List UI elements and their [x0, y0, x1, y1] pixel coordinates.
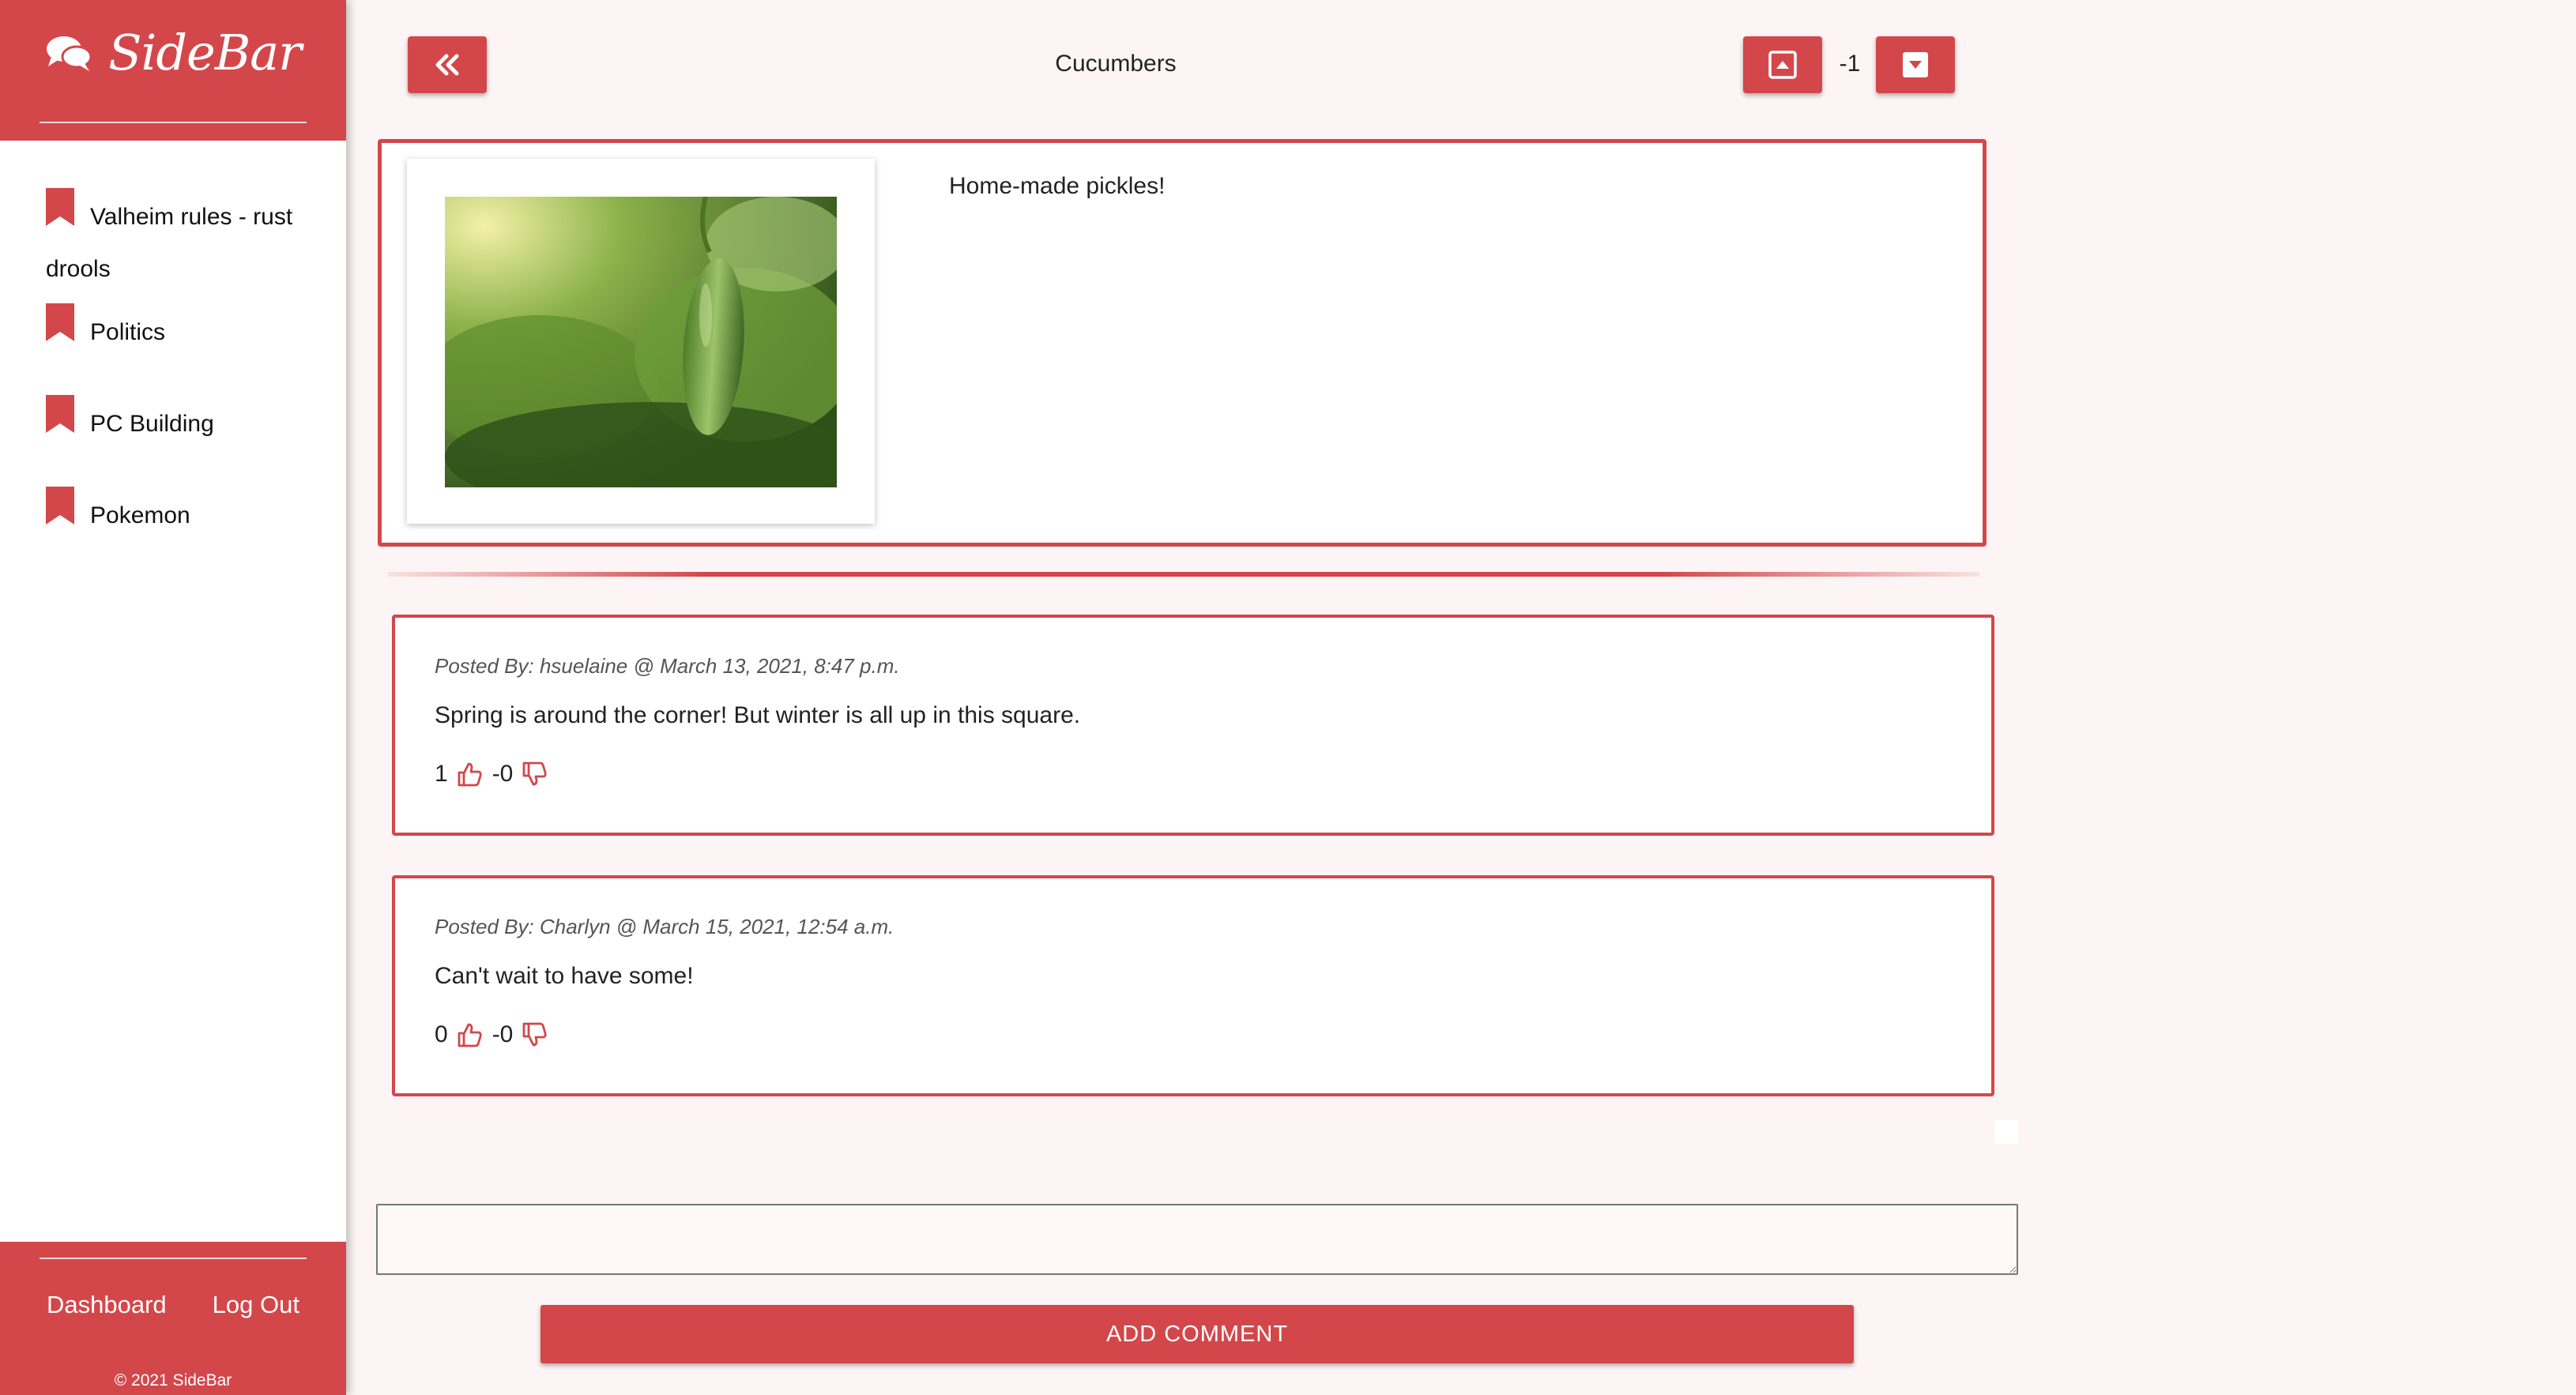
sidebar-item-label: Pokemon: [90, 502, 190, 528]
comment-text: Spring is around the corner! But winter …: [435, 702, 1081, 728]
comment-meta: Posted By: hsuelaine @ March 13, 2021, 8…: [435, 654, 900, 678]
thumbs-down-icon[interactable]: [521, 761, 548, 788]
upvote-button[interactable]: [1743, 36, 1822, 93]
thumbs-up-icon[interactable]: [456, 1021, 483, 1048]
bookmark-icon: [46, 303, 74, 341]
sidebar-item-pc-building[interactable]: PC Building: [46, 395, 322, 450]
comment-input[interactable]: [376, 1204, 2018, 1275]
back-button[interactable]: [408, 36, 487, 93]
sidebar-item-label: Valheim rules - rust drools: [46, 204, 293, 282]
like-count: 1: [435, 761, 448, 787]
sidebar-item-valheim[interactable]: Valheim rules - rust drools: [46, 188, 322, 295]
brand[interactable]: SideBar: [45, 24, 302, 81]
comment-card: Posted By: hsuelaine @ March 13, 2021, 8…: [392, 615, 1994, 836]
footer-divider: [40, 1258, 307, 1259]
caret-down-square-icon: [1903, 52, 1928, 77]
cucumber-photo: [445, 197, 837, 487]
sidebar-footer: Dashboard Log Out © 2021 SideBar: [0, 1242, 346, 1395]
comment-votes: 0 -0: [435, 1021, 1991, 1048]
header-divider: [40, 122, 307, 123]
post-card: Home-made pickles!: [378, 139, 1987, 547]
caret-up-square-icon: [1768, 51, 1797, 79]
bookmark-icon: [46, 188, 74, 226]
downvote-button[interactable]: [1876, 36, 1955, 93]
comment-votes: 1 -0: [435, 761, 1991, 788]
sidebar-item-pokemon[interactable]: Pokemon: [46, 487, 322, 542]
logout-link[interactable]: Log Out: [213, 1291, 299, 1319]
sidebar-header: SideBar: [0, 0, 346, 141]
footer-links: Dashboard Log Out: [0, 1291, 346, 1319]
post-image-frame: [407, 159, 875, 524]
like-count: 0: [435, 1021, 448, 1047]
comment-meta: Posted By: Charlyn @ March 15, 2021, 12:…: [435, 915, 894, 938]
dashboard-link[interactable]: Dashboard: [47, 1291, 167, 1319]
post-score: -1: [1839, 51, 1861, 77]
comment-card: Posted By: Charlyn @ March 15, 2021, 12:…: [392, 875, 1994, 1096]
thumbs-down-icon[interactable]: [521, 1021, 548, 1048]
thumbs-up-icon[interactable]: [456, 761, 483, 788]
copyright: © 2021 SideBar: [114, 1371, 232, 1389]
add-comment-button[interactable]: ADD COMMENT: [540, 1305, 1854, 1363]
bookmark-icon: [46, 395, 74, 433]
scroll-marker: [1994, 1120, 2018, 1144]
bookmark-icon: [46, 487, 74, 525]
dislike-count: -0: [491, 761, 514, 787]
sidebar-item-politics[interactable]: Politics: [46, 303, 322, 359]
double-chevron-left-icon: [435, 54, 459, 76]
comment-text: Can't wait to have some!: [435, 963, 694, 989]
section-divider: [387, 572, 1980, 577]
sidebar-item-label: PC Building: [90, 411, 214, 437]
chat-bubbles-icon: [47, 36, 92, 71]
post-body: Home-made pickles!: [949, 173, 1166, 199]
dislike-count: -0: [491, 1021, 514, 1047]
sidebar: SideBar Valheim rules - rust drools Poli…: [0, 0, 346, 1395]
page-title: Cucumbers: [1055, 51, 1177, 77]
brand-name: SideBar: [108, 24, 302, 81]
sidebar-nav: Valheim rules - rust drools Politics PC …: [0, 141, 346, 1242]
sidebar-item-label: Politics: [90, 319, 166, 345]
